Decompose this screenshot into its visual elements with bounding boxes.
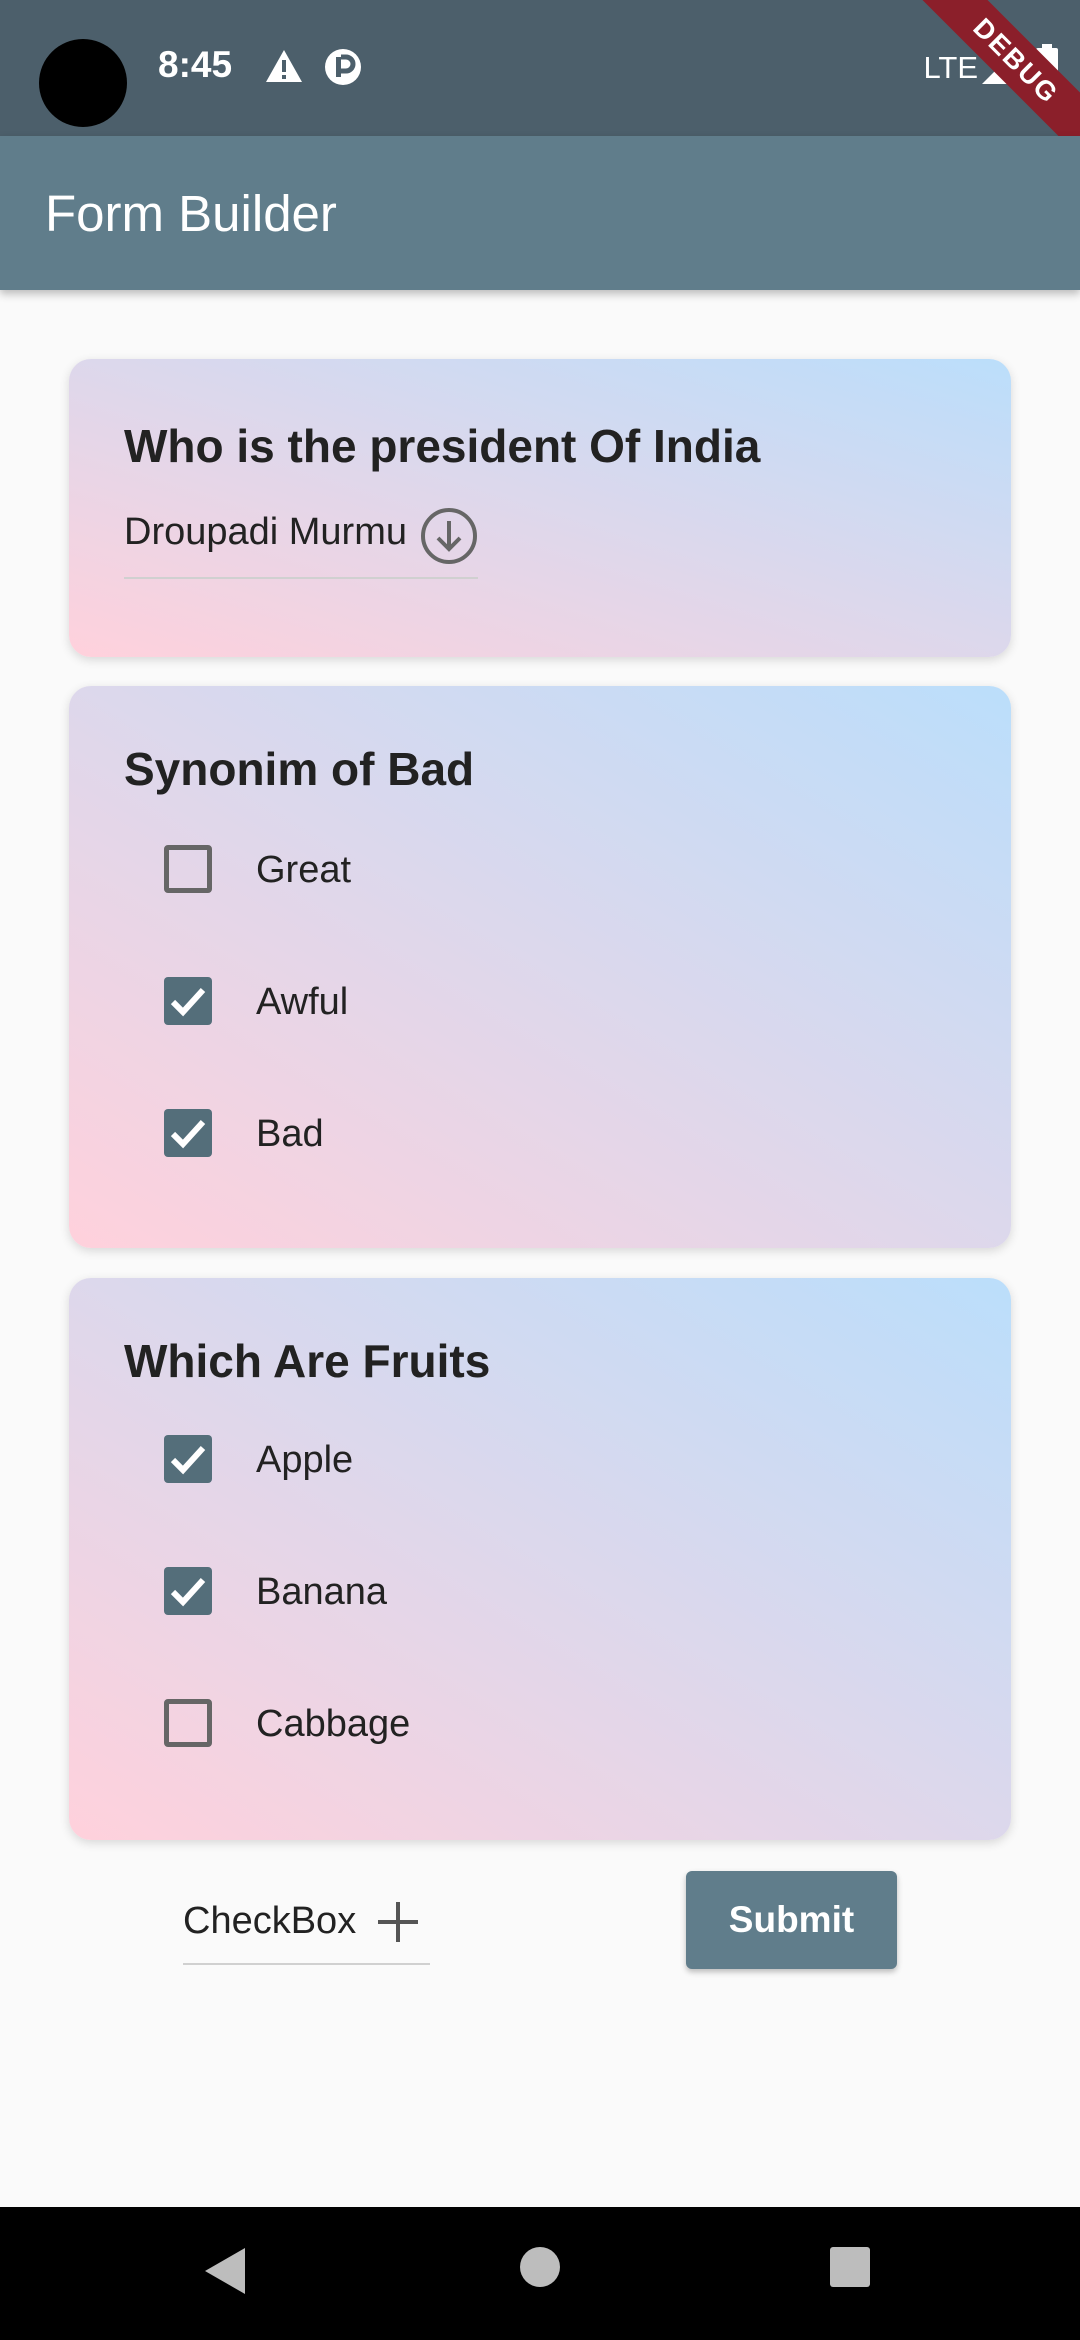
- recents-icon[interactable]: [829, 2246, 871, 2288]
- option-label: Great: [256, 849, 352, 891]
- page-title: Form Builder: [45, 185, 337, 242]
- status-time: 8:45: [158, 44, 233, 85]
- question-type-label: CheckBox: [183, 1900, 357, 1942]
- option-label: Bad: [256, 1113, 324, 1155]
- home-icon[interactable]: [519, 2246, 561, 2288]
- checkbox-unchecked[interactable]: [164, 1699, 212, 1747]
- option-label: Awful: [256, 981, 349, 1023]
- question-card-president: Who is the president Of India Droupadi M…: [69, 359, 1011, 657]
- checkbox-checked[interactable]: [164, 977, 212, 1025]
- arrow-down-circle-icon: [421, 508, 477, 564]
- checkbox-checked[interactable]: [164, 1109, 212, 1157]
- app-notification-icon: [325, 49, 361, 85]
- option-label: Cabbage: [256, 1703, 411, 1745]
- check-icon: [170, 1577, 206, 1607]
- camera-cutout: [39, 39, 127, 127]
- question-title: Synonim of Bad: [124, 743, 475, 795]
- app-bar: Form Builder: [0, 136, 1080, 290]
- question-card-synonym: Synonim of Bad Great Awful Bad: [69, 686, 1011, 1248]
- check-icon: [170, 1445, 206, 1475]
- option-label: Apple: [256, 1439, 354, 1481]
- question-title: Which Are Fruits: [124, 1335, 491, 1387]
- dropdown-selected-value: Droupadi Murmu: [124, 511, 407, 553]
- warning-icon: [266, 50, 302, 82]
- plus-icon[interactable]: [376, 1900, 420, 1944]
- question-type-select[interactable]: CheckBox: [183, 1890, 430, 1965]
- checkbox-unchecked[interactable]: [164, 845, 212, 893]
- network-type: LTE: [923, 50, 978, 85]
- check-icon: [170, 987, 206, 1017]
- check-icon: [170, 1119, 206, 1149]
- status-bar: 8:45 LTE DEBUG: [0, 0, 1080, 136]
- submit-button[interactable]: Submit: [686, 1871, 897, 1969]
- option-label: Banana: [256, 1571, 388, 1613]
- checkbox-checked[interactable]: [164, 1435, 212, 1483]
- answer-dropdown[interactable]: Droupadi Murmu: [124, 507, 478, 579]
- question-card-fruits: Which Are Fruits Apple Banana Cabbage: [69, 1278, 1011, 1840]
- navigation-bar: [0, 2207, 1080, 2340]
- question-title: Who is the president Of India: [124, 420, 761, 472]
- back-icon[interactable]: [203, 2246, 249, 2296]
- checkbox-checked[interactable]: [164, 1567, 212, 1615]
